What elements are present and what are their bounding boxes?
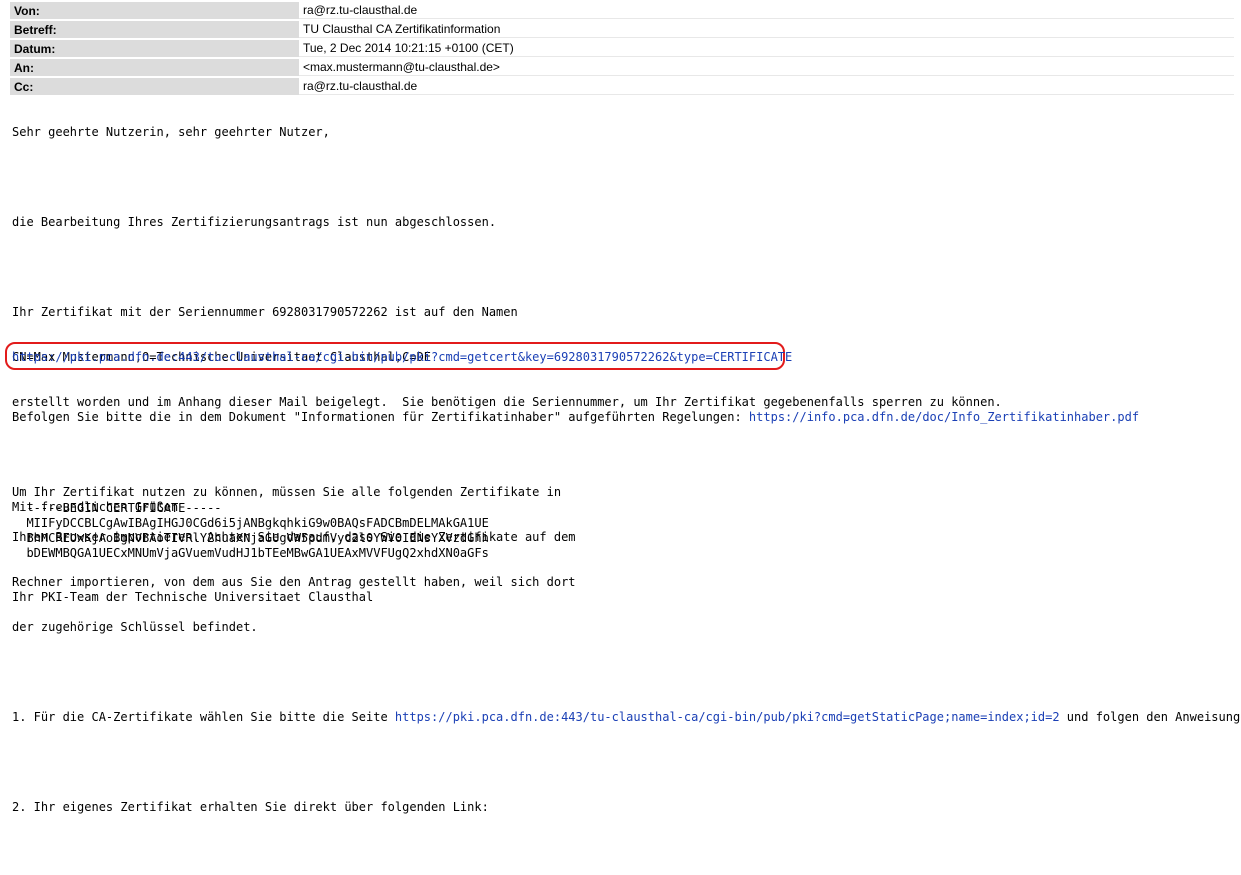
header-value-to[interactable]: <max.mustermann@tu-clausthal.de> xyxy=(299,59,1234,76)
step-1-suffix: und folgen den Anweisungen. xyxy=(1066,710,1241,724)
certificate-download-link[interactable]: https://pki.pca.dfn.de:443/tu-clausthal-… xyxy=(12,350,792,364)
step-1-text: 1. Für die CA-Zertifikate wählen Sie bit… xyxy=(12,710,395,724)
step-2-line: 2. Ihr eigenes Zertifikat erhalten Sie d… xyxy=(12,800,489,814)
signature: Ihr PKI-Team der Technische Universitaet… xyxy=(12,590,374,604)
rules-text: Befolgen Sie bitte die in dem Dokument "… xyxy=(12,410,749,424)
header-label-to: An: xyxy=(10,59,299,76)
header-label-cc: Cc: xyxy=(10,78,299,95)
email-header-table: Von: ra@rz.tu-clausthal.de Betreff: TU C… xyxy=(10,0,1234,97)
header-label-date: Datum: xyxy=(10,40,299,57)
header-row-subject: Betreff: TU Clausthal CA Zertifikatinfor… xyxy=(10,21,1234,38)
header-value-subject: TU Clausthal CA Zertifikatinformation xyxy=(299,21,1234,38)
certificate-line: bDEWMBQGA1UECxMNUmVjaGVuemVudHJ1bTEeMBwG… xyxy=(26,546,489,560)
certificate-line: BhMCREUxKjAoBgNVBAoTIVRlY2huaXNjaGUgVW5p… xyxy=(26,531,489,545)
certificate-begin: -----BEGIN CERTIFICATE----- xyxy=(26,501,222,515)
certificate-block: -----BEGIN CERTIFICATE----- MIIFyDCCBLCg… xyxy=(12,486,489,561)
header-row-from: Von: ra@rz.tu-clausthal.de xyxy=(10,2,1234,19)
header-label-subject: Betreff: xyxy=(10,21,299,38)
ca-certificates-link[interactable]: https://pki.pca.dfn.de:443/tu-clausthal-… xyxy=(395,710,1060,724)
certificate-link-line: https://pki.pca.dfn.de:443/tu-clausthal-… xyxy=(12,350,792,365)
header-row-cc: Cc: ra@rz.tu-clausthal.de xyxy=(10,78,1234,95)
completion-notice: die Bearbeitung Ihres Zertifizierungsant… xyxy=(12,215,497,229)
import-instructions-line-4: der zugehörige Schlüssel befindet. xyxy=(12,620,258,634)
header-value-cc[interactable]: ra@rz.tu-clausthal.de xyxy=(299,78,1234,95)
rules-line: Befolgen Sie bitte die in dem Dokument "… xyxy=(12,410,1237,425)
certificate-line: MIIFyDCCBLCgAwIBAgIHGJ0CGd6i5jANBgkqhkiG… xyxy=(26,516,489,530)
header-label-from: Von: xyxy=(10,2,299,19)
step-1-line: 1. Für die CA-Zertifikate wählen Sie bit… xyxy=(12,710,1241,725)
serial-line: Ihr Zertifikat mit der Seriennummer 6928… xyxy=(12,305,518,319)
header-value-date: Tue, 2 Dec 2014 10:21:15 +0100 (CET) xyxy=(299,40,1234,57)
greeting: Sehr geehrte Nutzerin, sehr geehrter Nut… xyxy=(12,125,330,139)
header-row-to: An: <max.mustermann@tu-clausthal.de> xyxy=(10,59,1234,76)
header-row-date: Datum: Tue, 2 Dec 2014 10:21:15 +0100 (C… xyxy=(10,40,1234,57)
header-value-from[interactable]: ra@rz.tu-clausthal.de xyxy=(299,2,1234,19)
info-pdf-link[interactable]: https://info.pca.dfn.de/doc/Info_Zertifi… xyxy=(749,410,1139,424)
